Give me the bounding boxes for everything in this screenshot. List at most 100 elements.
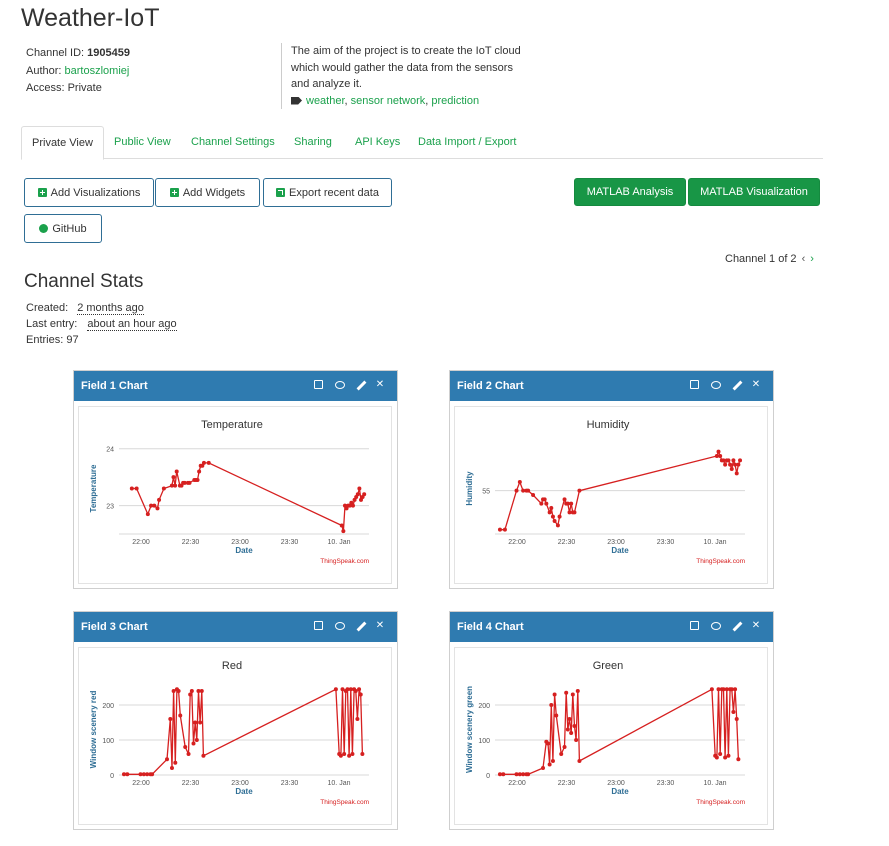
data-point[interactable] [726,753,731,758]
data-point[interactable] [194,738,199,742]
data-point[interactable] [716,449,721,454]
data-point[interactable] [549,703,554,707]
data-point[interactable] [736,462,741,467]
data-point[interactable] [157,497,162,502]
data-point[interactable] [152,503,157,508]
data-point[interactable] [186,752,191,756]
data-point[interactable] [191,741,196,746]
data-point[interactable] [350,503,355,508]
export-recent-data-button[interactable]: Export recent data [263,178,392,207]
data-point[interactable] [562,745,567,749]
data-point[interactable] [339,523,344,528]
tag-link[interactable]: sensor network [351,95,426,107]
data-point[interactable] [718,454,723,458]
data-point[interactable] [718,752,723,756]
pencil-icon[interactable] [356,621,367,632]
data-point[interactable] [723,462,728,467]
data-point[interactable] [569,731,574,735]
data-point[interactable] [547,510,552,515]
data-point[interactable] [189,689,194,693]
data-point[interactable] [733,687,738,692]
close-icon[interactable]: ✕ [751,380,761,390]
data-point[interactable] [357,687,362,692]
data-point[interactable] [165,757,170,762]
data-point[interactable] [514,488,519,493]
data-point[interactable] [557,514,562,519]
data-point[interactable] [357,486,362,491]
data-point[interactable] [188,692,193,697]
data-point[interactable] [545,741,550,746]
data-point[interactable] [567,717,572,721]
data-point[interactable] [173,760,178,765]
pencil-icon[interactable] [356,380,367,391]
data-point[interactable] [355,492,360,497]
external-link-icon[interactable] [314,380,323,389]
close-icon[interactable]: ✕ [751,621,761,631]
data-point[interactable] [570,692,575,697]
data-point[interactable] [502,527,507,532]
data-point[interactable] [198,720,203,725]
data-point[interactable] [552,519,557,523]
data-point[interactable] [526,772,531,777]
data-point[interactable] [171,475,176,480]
data-point[interactable] [552,692,557,697]
data-point[interactable] [714,755,719,760]
data-point[interactable] [550,514,555,519]
external-link-icon[interactable] [690,621,699,630]
data-point[interactable] [731,710,736,714]
data-point[interactable] [201,460,206,465]
author-link[interactable]: bartoszlomiej [65,65,130,77]
thingspeak-credit[interactable]: ThingSpeak.com [320,799,369,806]
data-point[interactable] [728,462,733,467]
thingspeak-credit[interactable]: ThingSpeak.com [696,799,745,806]
data-point[interactable] [350,752,355,756]
data-point[interactable] [199,689,204,693]
data-point[interactable] [155,506,160,511]
matlab-analysis-button[interactable]: MATLAB Analysis [574,178,686,206]
add-widgets-button[interactable]: Add Widgets [155,178,260,207]
external-link-icon[interactable] [314,621,323,630]
tag-link[interactable]: prediction [431,95,479,107]
data-point[interactable] [150,772,155,777]
data-point[interactable] [134,486,139,491]
data-point[interactable] [517,480,522,484]
data-point[interactable] [564,690,569,695]
data-point[interactable] [168,717,173,721]
data-point[interactable] [201,753,206,758]
data-point[interactable] [549,506,554,510]
data-point[interactable] [734,717,739,721]
data-point[interactable] [547,762,552,767]
data-point[interactable] [542,497,547,502]
data-point[interactable] [709,687,714,692]
data-point[interactable] [554,713,559,718]
data-point[interactable] [577,488,582,493]
data-point[interactable] [729,467,734,471]
data-point[interactable] [169,766,174,770]
data-point[interactable] [526,488,531,493]
data-point[interactable] [574,738,579,742]
data-point[interactable] [173,483,178,488]
data-point[interactable] [187,480,192,485]
data-point[interactable] [341,529,346,534]
add-visualizations-button[interactable]: Add Visualizations [24,178,154,207]
tab-public-view[interactable]: Public View [104,126,181,159]
data-point[interactable] [738,458,743,463]
pager-prev-icon[interactable]: ‹ [802,253,806,265]
close-icon[interactable]: ✕ [375,380,385,390]
data-point[interactable] [562,497,567,502]
tab-api-keys[interactable]: API Keys [345,126,410,159]
data-point[interactable] [333,687,338,692]
data-point[interactable] [145,512,150,517]
data-point[interactable] [577,759,582,763]
data-point[interactable] [736,757,741,762]
data-point[interactable] [358,692,363,697]
data-point[interactable] [734,471,739,476]
data-point[interactable] [355,717,360,721]
tab-sharing[interactable]: Sharing [284,126,342,159]
data-point[interactable] [541,766,546,770]
data-point[interactable] [531,493,536,497]
data-point[interactable] [342,752,347,756]
comment-icon[interactable] [711,381,721,389]
thingspeak-credit[interactable]: ThingSpeak.com [320,558,369,565]
data-point[interactable] [195,477,200,482]
